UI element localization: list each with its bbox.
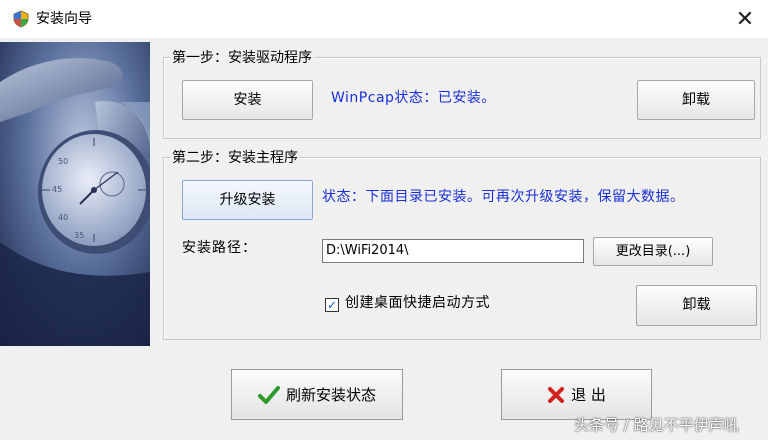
checkmark-icon <box>257 385 280 404</box>
svg-text:45: 45 <box>52 185 62 194</box>
svg-text:50: 50 <box>58 157 68 166</box>
svg-text:35: 35 <box>74 231 84 240</box>
close-icon[interactable]: ✕ <box>728 6 762 34</box>
refresh-status-button[interactable]: 刷新安装状态 <box>231 369 403 420</box>
uninstall-driver-button[interactable]: 卸载 <box>637 80 755 120</box>
watermark: 头条号 / 路见不平伊声吼 <box>574 416 739 434</box>
change-directory-button[interactable]: 更改目录(...) <box>593 237 713 266</box>
install-status: 状态：下面目录已安装。可再次升级安装，保留大数据。 <box>322 189 685 205</box>
shield-icon <box>13 10 29 28</box>
window-title: 安装向导 <box>36 11 92 27</box>
desktop-shortcut-checkbox[interactable]: ✓ <box>325 298 339 312</box>
uninstall-program-button[interactable]: 卸载 <box>636 285 757 326</box>
title-bar: 安装向导 ✕ <box>0 0 768 38</box>
desktop-shortcut-label[interactable]: 创建桌面快捷启动方式 <box>345 293 490 313</box>
install-path-field[interactable]: D:\WiFi2014\ <box>322 239 584 263</box>
cross-icon <box>548 386 565 403</box>
exit-label: 退 出 <box>571 386 606 404</box>
step1-title: 第一步：安装驱动程序 <box>170 49 314 67</box>
stopwatch-image: 50 45 40 35 <box>0 42 150 346</box>
step2-title: 第二步：安装主程序 <box>170 149 300 167</box>
upgrade-install-button[interactable]: 升级安装 <box>182 180 313 220</box>
install-driver-button[interactable]: 安装 <box>182 80 313 120</box>
svg-text:40: 40 <box>58 213 68 222</box>
winpcap-status: WinPcap状态：已安装。 <box>331 90 496 106</box>
refresh-status-label: 刷新安装状态 <box>285 386 376 404</box>
exit-button[interactable]: 退 出 <box>501 369 652 420</box>
install-path-label: 安装路径： <box>182 240 257 256</box>
